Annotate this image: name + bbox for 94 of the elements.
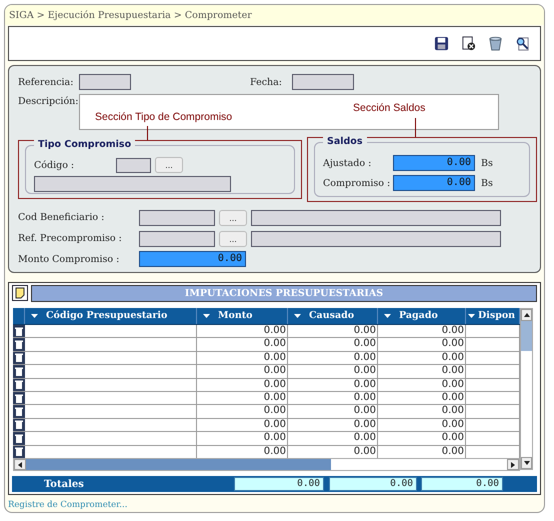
trash-icon[interactable]	[13, 418, 25, 432]
caret-icon	[384, 314, 391, 318]
trash-icon[interactable]	[13, 405, 25, 418]
caret-icon	[203, 314, 210, 318]
table-cell: 0.00	[378, 352, 466, 364]
input-field[interactable]	[139, 210, 215, 226]
lookup-button[interactable]: ...	[155, 157, 183, 173]
field-label: Código :	[34, 160, 76, 170]
input-field[interactable]	[251, 230, 501, 246]
status-message: Registre de Comprometer...	[7, 499, 128, 510]
lookup-button[interactable]: ...	[219, 230, 247, 246]
field-label: Cod Beneficiario :	[18, 212, 106, 223]
table-cell: 0.00	[378, 432, 466, 445]
table-cell: 0.00	[197, 338, 288, 351]
table-cell: 0.00	[378, 378, 466, 391]
amount-field[interactable]: 0.00	[139, 251, 246, 267]
total-value: 0.00	[421, 477, 503, 491]
leader-line	[147, 126, 148, 140]
trash-icon[interactable]	[13, 325, 25, 338]
scrollbar-thumb[interactable]	[521, 321, 532, 351]
input-field[interactable]	[139, 230, 215, 246]
leader-line	[415, 118, 416, 137]
trash-icon[interactable]	[488, 36, 503, 51]
column-header[interactable]: Monto	[197, 308, 288, 324]
totals-label: Totales	[44, 478, 85, 490]
table-cell: 0.00	[197, 365, 288, 378]
save-icon[interactable]	[434, 36, 449, 51]
horizontal-scrollbar[interactable]	[13, 458, 520, 471]
column-header[interactable]: Código Presupuestario	[25, 308, 197, 324]
amount-field[interactable]: 0.00	[393, 155, 475, 171]
section-title: Saldos	[323, 136, 366, 147]
search-icon[interactable]	[515, 36, 530, 51]
table-cell: 0.00	[378, 338, 466, 351]
total-value: 0.00	[234, 477, 324, 491]
field-label: Compromiso :	[323, 178, 392, 188]
trash-icon[interactable]	[13, 392, 25, 404]
trash-icon[interactable]	[13, 365, 25, 378]
table-cell: 0.00	[288, 418, 378, 432]
table-cell: 0.00	[378, 365, 466, 378]
trash-icon[interactable]	[13, 378, 25, 391]
input-field[interactable]	[34, 176, 231, 192]
column-header[interactable]: Pagado	[378, 308, 466, 324]
grid-title: IMPUTACIONES PRESUPUESTARIAS	[31, 285, 537, 302]
field-label: Ajustado :	[323, 158, 372, 168]
table-cell: 0.00	[288, 365, 378, 378]
table-cell: 0.00	[288, 378, 378, 391]
total-value: 0.00	[329, 477, 417, 491]
breadcrumb: SIGA > Ejecución Presupuestaria > Comprometer	[5, 5, 544, 25]
text-area[interactable]	[79, 94, 499, 130]
table-cell: 0.00	[288, 338, 378, 351]
table-cell: 0.00	[197, 432, 288, 445]
field-label: Referencia:	[18, 76, 74, 88]
trash-icon[interactable]	[13, 432, 25, 445]
currency-unit: Bs	[481, 158, 493, 168]
note-icon[interactable]	[12, 285, 28, 301]
lookup-button[interactable]: ...	[219, 210, 247, 226]
annotation-label: Sección Saldos	[353, 102, 426, 114]
vertical-scrollbar[interactable]	[520, 308, 533, 470]
table-cell: 0.00	[378, 325, 466, 338]
table-cell: 0.00	[197, 418, 288, 432]
table-cell: 0.00	[378, 405, 466, 418]
table-cell: 0.00	[288, 325, 378, 338]
table-cell: 0.00	[288, 405, 378, 418]
table-cell: 0.00	[378, 392, 466, 404]
table-cell: 0.00	[197, 378, 288, 391]
field-label: Ref. Precompromiso :	[18, 233, 123, 244]
caret-icon	[468, 314, 475, 318]
table-cell: 0.00	[197, 405, 288, 418]
cancel-icon[interactable]	[461, 36, 476, 51]
currency-unit: Bs	[481, 178, 493, 188]
table-cell: 0.00	[197, 325, 288, 338]
table-cell: 0.00	[288, 432, 378, 445]
column-header[interactable]: Causado	[288, 308, 378, 324]
input-field[interactable]	[116, 158, 151, 172]
caret-icon	[31, 314, 38, 318]
amount-field[interactable]: 0.00	[393, 175, 475, 191]
field-label: Monto Compromiso :	[18, 254, 120, 264]
input-field[interactable]	[292, 74, 354, 90]
table-cell: 0.00	[378, 418, 466, 432]
trash-icon[interactable]	[13, 352, 25, 364]
table-cell: 0.00	[288, 392, 378, 404]
trash-icon[interactable]	[13, 446, 25, 458]
section-title: Tipo Compromiso	[34, 139, 136, 150]
table-cell: 0.00	[197, 352, 288, 364]
table-cell: 0.00	[197, 392, 288, 404]
trash-icon[interactable]	[13, 338, 25, 351]
input-field[interactable]	[79, 74, 131, 90]
input-field[interactable]	[251, 210, 501, 226]
table-cell: 0.00	[288, 352, 378, 364]
field-label: Fecha:	[250, 76, 283, 88]
scrollbar-thumb[interactable]	[26, 459, 331, 470]
caret-icon	[294, 314, 301, 318]
field-label: Descripción:	[18, 95, 79, 107]
annotation-label: Sección Tipo de Compromiso	[95, 111, 232, 123]
